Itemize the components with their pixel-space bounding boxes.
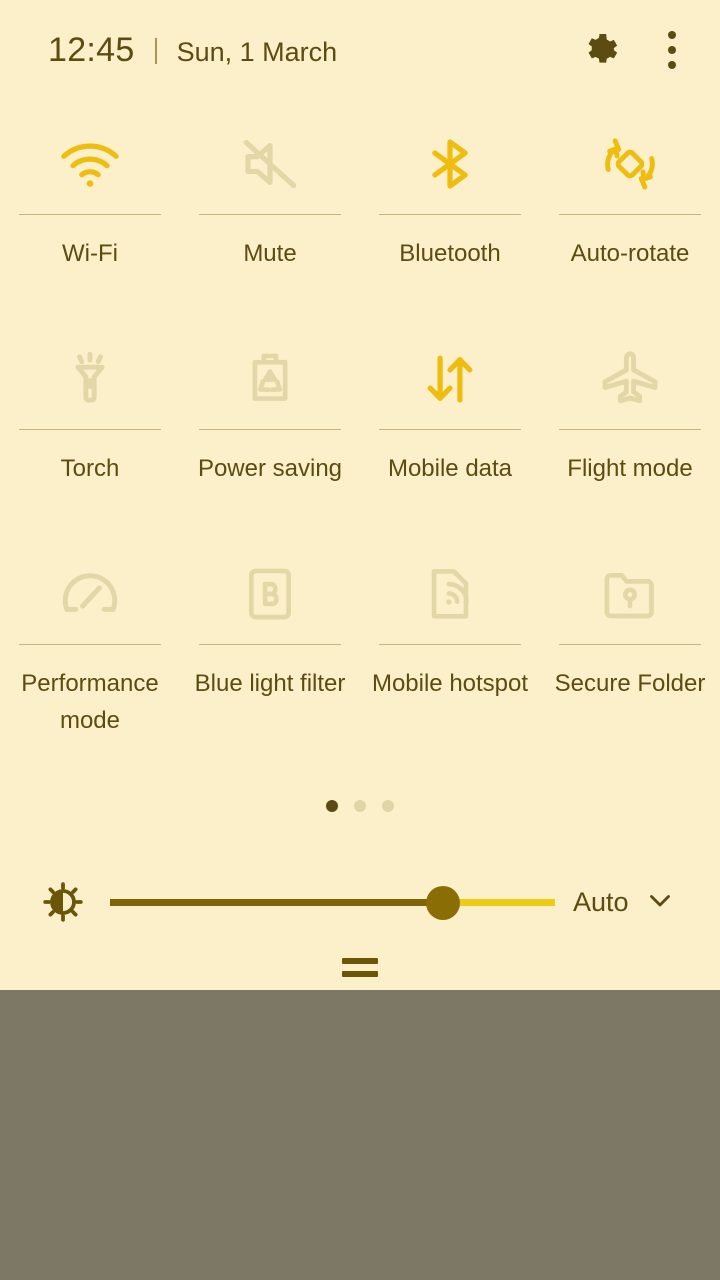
tile-label: Power saving [197, 455, 343, 482]
blue-light-icon [237, 548, 303, 640]
tile-divider [379, 214, 521, 215]
tile-flight-mode[interactable]: Flight mode [540, 333, 720, 548]
tile-wifi[interactable]: Wi-Fi [0, 118, 180, 333]
page-dot-2[interactable] [354, 800, 366, 812]
quick-settings-tiles-grid: Wi-Fi Mute Bluetooth Auto-rotate Torch P… [0, 118, 720, 763]
tile-divider [19, 644, 161, 645]
speedometer-icon [57, 548, 123, 640]
quick-settings-panel: 12:45 Sun, 1 March Wi-Fi Mute Bluetooth … [0, 0, 720, 990]
tile-performance-mode[interactable]: Performance mode [0, 548, 180, 763]
tile-mute[interactable]: Mute [180, 118, 360, 333]
tile-label: Flight mode [567, 455, 693, 482]
tile-power-saving[interactable]: Power saving [180, 333, 360, 548]
tile-label: Blue light filter [194, 670, 346, 697]
brightness-icon [38, 878, 88, 926]
hotspot-icon [417, 548, 483, 640]
tile-divider [199, 214, 341, 215]
gear-icon[interactable] [580, 30, 620, 70]
page-dot-1[interactable] [326, 800, 338, 812]
auto-brightness-control[interactable]: Auto [573, 883, 677, 922]
tile-divider [379, 644, 521, 645]
auto-rotate-icon [597, 118, 663, 210]
tile-label: Bluetooth [399, 240, 501, 267]
tile-label: Performance mode [21, 670, 159, 734]
battery-recycle-icon [237, 333, 303, 425]
menu-dot [668, 31, 676, 39]
date-text: Sun, 1 March [176, 36, 338, 67]
auto-brightness-label: Auto [573, 886, 629, 917]
secure-folder-icon [597, 548, 663, 640]
tile-divider [379, 429, 521, 430]
drag-handle-bar [342, 958, 378, 964]
tile-divider [199, 644, 341, 645]
tile-divider [559, 214, 701, 215]
clock-date-group: 12:45 Sun, 1 March [48, 31, 337, 70]
tile-label: Mute [243, 240, 297, 267]
header-separator [154, 37, 157, 64]
page-indicator [0, 800, 720, 812]
tile-divider [199, 429, 341, 430]
volume-mute-icon [237, 118, 303, 210]
tile-divider [19, 214, 161, 215]
tile-mobile-data[interactable]: Mobile data [360, 333, 540, 548]
bluetooth-icon [417, 118, 483, 210]
tile-torch[interactable]: Torch [0, 333, 180, 548]
drag-handle-bar [342, 971, 378, 977]
clock-text: 12:45 [48, 30, 135, 69]
airplane-icon [597, 333, 663, 425]
header-actions [580, 27, 684, 73]
tile-bluetooth[interactable]: Bluetooth [360, 118, 540, 333]
tile-divider [19, 429, 161, 430]
page-dot-3[interactable] [382, 800, 394, 812]
slider-fill [110, 899, 443, 906]
flashlight-icon [57, 333, 123, 425]
menu-dot [668, 46, 676, 54]
home-screen-wallpaper [0, 990, 720, 1280]
tile-label: Auto-rotate [570, 240, 690, 267]
brightness-slider[interactable] [110, 886, 555, 920]
menu-dot [668, 61, 676, 69]
tile-label: Torch [60, 455, 120, 482]
slider-thumb[interactable] [426, 886, 460, 920]
tile-label: Mobile hotspot [371, 670, 529, 697]
tile-label: Wi-Fi [62, 240, 118, 267]
quick-settings-screen: 12:45 Sun, 1 March Wi-Fi Mute Bluetooth … [0, 0, 720, 1280]
panel-drag-handle-icon[interactable] [0, 958, 720, 977]
tile-divider [559, 644, 701, 645]
quick-settings-header: 12:45 Sun, 1 March [0, 0, 720, 100]
tile-blue-light-filter[interactable]: Blue light filter [180, 548, 360, 763]
chevron-down-icon[interactable] [643, 883, 677, 922]
brightness-row: Auto [0, 872, 720, 932]
tile-auto-rotate[interactable]: Auto-rotate [540, 118, 720, 333]
data-transfer-icon [417, 333, 483, 425]
tile-mobile-hotspot[interactable]: Mobile hotspot [360, 548, 540, 763]
tile-secure-folder[interactable]: Secure Folder [540, 548, 720, 763]
wifi-icon [57, 118, 123, 210]
tile-label: Secure Folder [554, 670, 706, 697]
tile-label: Mobile data [387, 455, 513, 482]
more-vertical-icon[interactable] [660, 27, 684, 73]
tile-divider [559, 429, 701, 430]
